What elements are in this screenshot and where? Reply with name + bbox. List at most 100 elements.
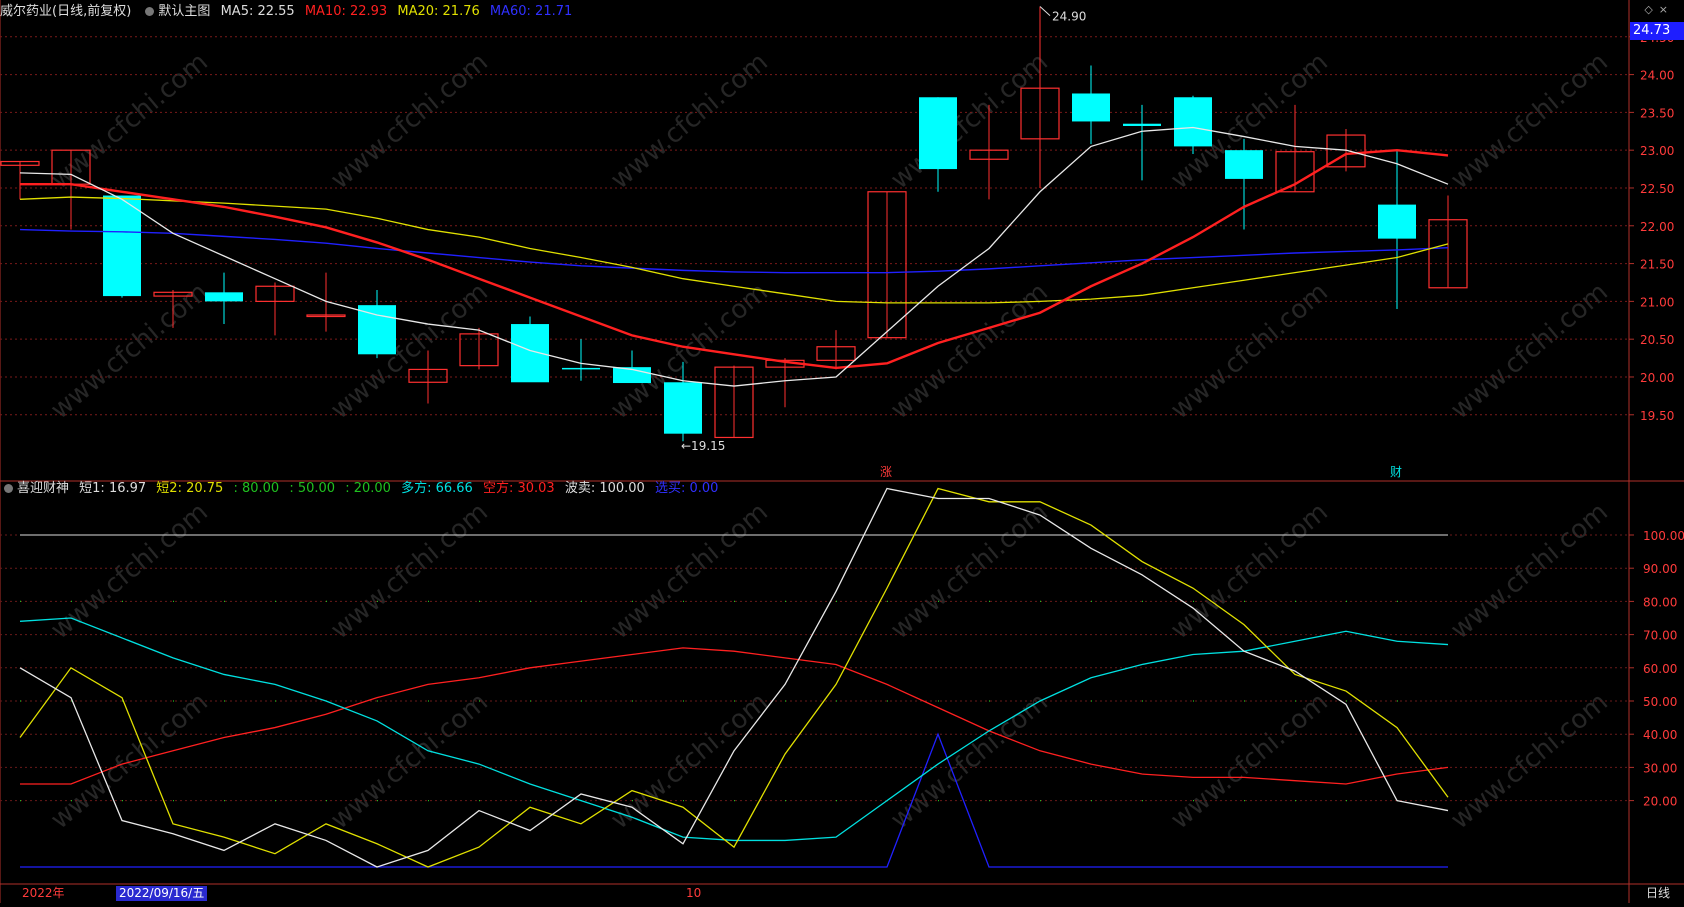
short2-readout: 短2: 20.75 xyxy=(156,481,224,496)
candle-body xyxy=(511,324,549,383)
candle xyxy=(1020,6,1060,188)
watermark-text: www.cfchi.com xyxy=(1445,277,1614,425)
candle xyxy=(867,191,907,339)
main-chart-header: 威尔药业(日线,前复权) 默认主图 MA5: 22.55 MA10: 22.93… xyxy=(0,2,578,22)
ma60-line xyxy=(19,228,1449,274)
stock-title[interactable]: 威尔药业(日线,前复权) xyxy=(0,4,131,19)
mark-cai: 财 xyxy=(1390,465,1402,479)
price-tick-label: 23.00 xyxy=(1640,144,1674,158)
date-axis: 2022年 2022/09/16/五 10 日线 xyxy=(0,884,1684,903)
indicator-tick-label: 30.00 xyxy=(1643,761,1677,775)
bear-readout: 空方: 30.03 xyxy=(482,481,555,496)
price-tick-label: 23.50 xyxy=(1640,106,1674,120)
candle xyxy=(1174,95,1212,154)
close-icon[interactable]: × xyxy=(1659,3,1668,16)
watermark-text: www.cfchi.com xyxy=(325,47,494,195)
ma20-readout: MA20: 21.76 xyxy=(397,4,480,19)
candle xyxy=(816,330,856,370)
mark-zhang: 涨 xyxy=(880,464,892,479)
candle xyxy=(1275,104,1315,193)
watermark-text: www.cfchi.com xyxy=(325,497,494,645)
indicator-tick-label: 40.00 xyxy=(1643,728,1677,742)
watermark-text: www.cfchi.com xyxy=(885,687,1054,835)
candle-body xyxy=(1123,123,1161,126)
indicator-name[interactable]: 喜迎财神 xyxy=(17,481,69,496)
watermark-text: www.cfchi.com xyxy=(605,47,774,195)
level20-readout: : 20.00 xyxy=(345,481,391,496)
indicator-tick-label: 100.00 xyxy=(1643,529,1684,543)
ma60-readout: MA60: 21.71 xyxy=(489,4,573,19)
watermark-text: www.cfchi.com xyxy=(45,277,214,425)
watermark-text: www.cfchi.com xyxy=(1165,687,1334,835)
candle-body xyxy=(562,367,600,370)
watermark-text: www.cfchi.com xyxy=(1445,47,1614,195)
candle-body xyxy=(205,292,243,302)
price-tick-label: 24.00 xyxy=(1640,69,1674,83)
high-marker-line xyxy=(1039,6,1051,16)
candle xyxy=(0,160,40,200)
indicator-tick-label: 60.00 xyxy=(1643,662,1677,676)
candle-body xyxy=(1378,204,1416,239)
price-tick-label: 21.00 xyxy=(1640,295,1674,309)
watermark-text: www.cfchi.com xyxy=(1165,277,1334,425)
date-cursor-label: 2022/09/16/五 xyxy=(116,886,208,901)
bull-readout: 多方: 66.66 xyxy=(401,481,473,496)
level80-readout: : 80.00 xyxy=(233,481,280,496)
indicator-tick-label: 80.00 xyxy=(1643,595,1677,609)
candle xyxy=(714,365,754,439)
candle xyxy=(358,290,396,359)
price-tick-label: 21.50 xyxy=(1640,258,1674,272)
candle xyxy=(1123,104,1161,181)
trend-buy-readout: 选买: 0.00 xyxy=(654,481,719,496)
candle xyxy=(103,195,141,298)
chart-canvas[interactable]: www.cfchi.com www.cfchi.com www.cfchi.com w… xyxy=(0,0,1684,903)
watermark-text: www.cfchi.com xyxy=(885,277,1054,425)
candle-body xyxy=(1225,150,1263,179)
last-price-badge: 24.73 xyxy=(1630,22,1684,40)
watermark-text: www.cfchi.com xyxy=(885,497,1054,645)
candle-body xyxy=(358,305,396,355)
candle xyxy=(459,327,499,370)
candle xyxy=(1378,150,1416,309)
candle xyxy=(255,282,295,336)
ma5-readout: MA5: 22.55 xyxy=(220,4,295,19)
level50-readout: : 50.00 xyxy=(289,481,336,496)
date-axis-year: 2022年 xyxy=(22,886,65,900)
candle-body xyxy=(1072,93,1110,122)
diamond-icon[interactable]: ◇ xyxy=(1644,3,1652,16)
indicator-tick-label: 20.00 xyxy=(1643,795,1677,809)
indicator-tick-label: 90.00 xyxy=(1643,562,1677,576)
candle xyxy=(511,316,549,383)
template-dot-icon[interactable] xyxy=(145,7,155,16)
watermark-text: www.cfchi.com xyxy=(1165,497,1334,645)
indicator-header: 喜迎财神 短1: 16.97 短2: 20.75 : 80.00 : 50.00… xyxy=(0,479,724,499)
short1-readout: 短1: 16.97 xyxy=(79,481,147,496)
date-axis-month: 10 xyxy=(686,886,702,900)
price-tick-label: 20.00 xyxy=(1640,371,1674,385)
candle xyxy=(205,272,243,325)
indicator-tick-label: 50.00 xyxy=(1643,695,1677,709)
ma10-readout: MA10: 22.93 xyxy=(304,4,388,19)
candle-body xyxy=(103,195,141,297)
watermark-text: www.cfchi.com xyxy=(45,497,214,645)
candle-body xyxy=(1174,97,1212,147)
price-tick-label: 22.50 xyxy=(1640,182,1674,196)
stock-chart-window: www.cfchi.com www.cfchi.com www.cfchi.com w… xyxy=(0,0,1684,903)
candle-body xyxy=(919,97,957,170)
indicator-tick-label: 70.00 xyxy=(1643,629,1677,643)
price-tick-label: 20.50 xyxy=(1640,333,1674,347)
template-name[interactable]: 默认主图 xyxy=(158,4,210,19)
top-right-controls: ◇ × xyxy=(1638,3,1668,16)
watermark-text: www.cfchi.com xyxy=(325,277,494,425)
price-tick-label: 22.00 xyxy=(1640,220,1674,234)
watermark-text: www.cfchi.com xyxy=(1445,497,1614,645)
candle xyxy=(1428,195,1468,289)
watermark-text: www.cfchi.com xyxy=(1445,687,1614,835)
indicator-menu-dot-icon[interactable] xyxy=(4,484,13,493)
price-tick-label: 19.50 xyxy=(1640,409,1674,423)
candle xyxy=(613,350,651,384)
swing-readout: 波卖: 100.00 xyxy=(564,481,645,496)
candle-body xyxy=(664,382,702,434)
period-button[interactable]: 日线 xyxy=(1646,886,1670,901)
candle xyxy=(306,272,346,332)
